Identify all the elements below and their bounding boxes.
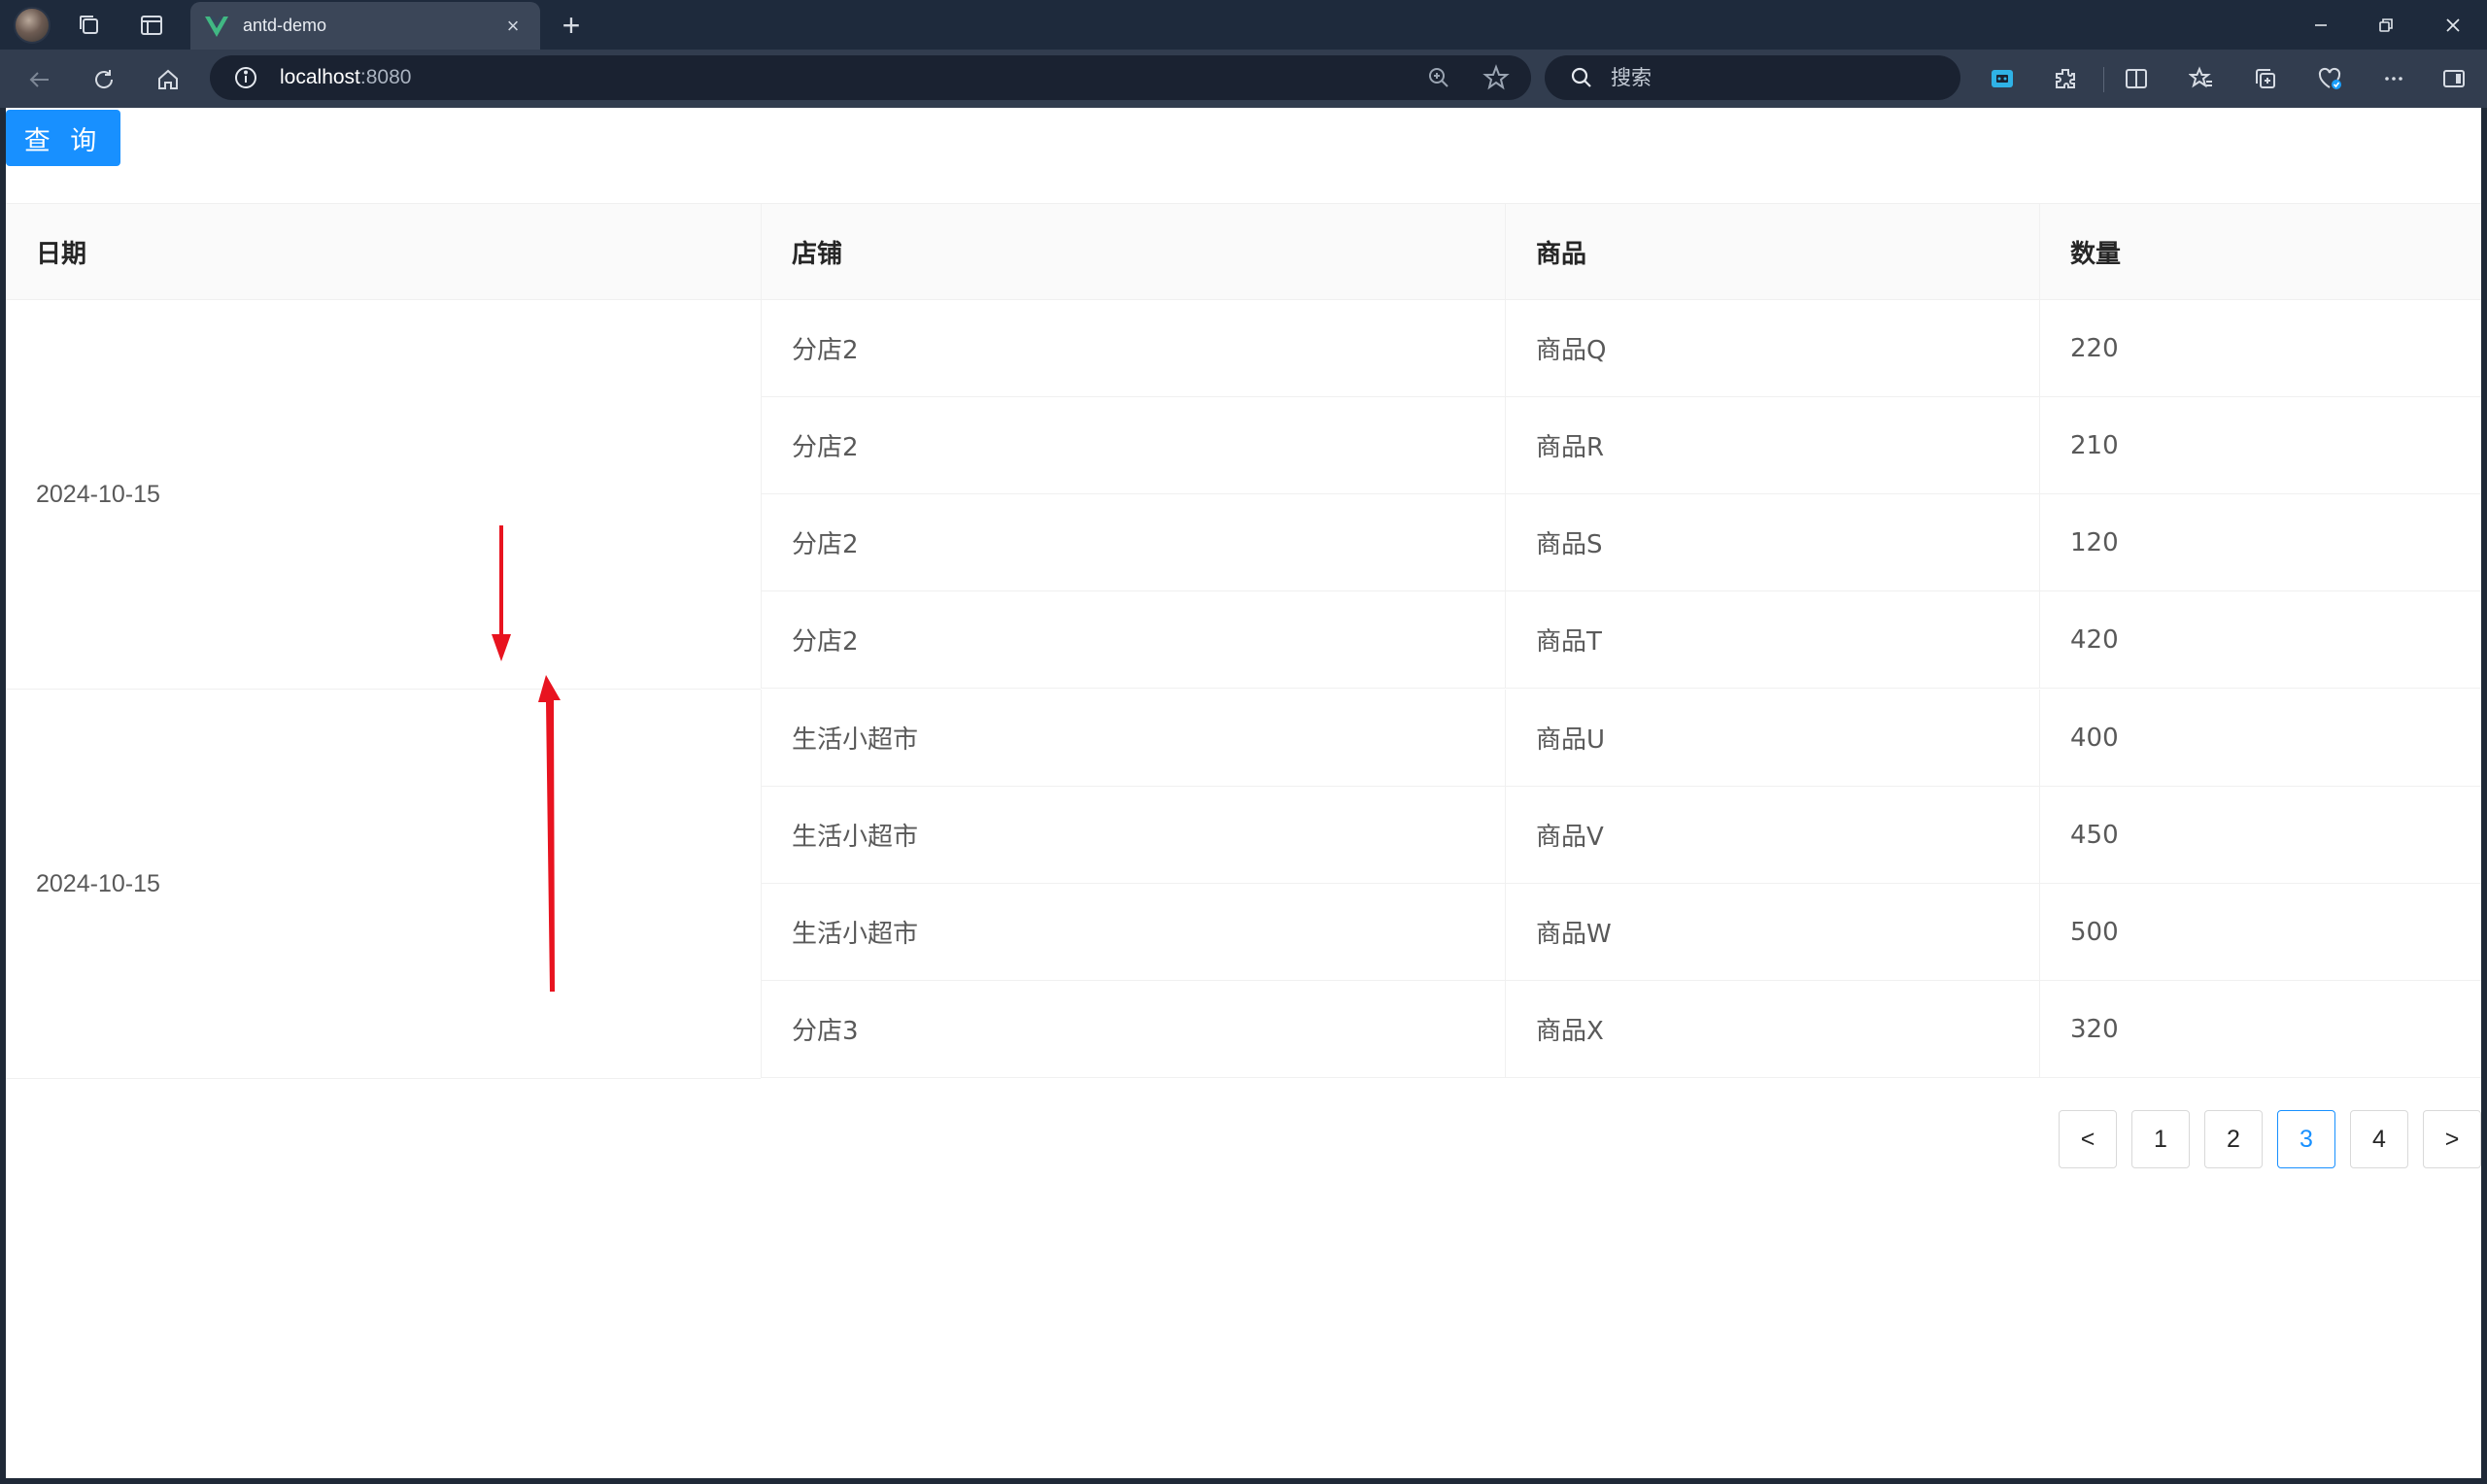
minimize-button[interactable] <box>2287 0 2355 50</box>
url-host: localhost <box>280 66 360 88</box>
shop-cell: 分店2 <box>761 494 1505 590</box>
extensions-puzzle-icon[interactable] <box>2050 63 2081 94</box>
pagination-page-3-active[interactable]: 3 <box>2277 1110 2335 1168</box>
back-icon[interactable] <box>21 61 58 98</box>
split-screen-icon[interactable] <box>2121 63 2152 94</box>
shop-cell: 分店3 <box>761 981 1505 1077</box>
search-box[interactable] <box>1545 55 1960 100</box>
search-input[interactable] <box>1611 66 1941 89</box>
pagination-page-4[interactable]: 4 <box>2350 1110 2408 1168</box>
table-row: 分店2 商品R 210 <box>761 397 2481 494</box>
quantity-cell: 450 <box>2039 787 2481 883</box>
table-header: 日期 店铺 商品 数量 <box>6 203 2481 300</box>
pagination-prev-button[interactable]: < <box>2059 1110 2117 1168</box>
column-header-date: 日期 <box>36 240 87 269</box>
date-cell-merged: 2024-10-15 <box>6 690 761 1079</box>
vue-logo-icon <box>205 16 228 37</box>
favorites-icon[interactable] <box>2186 63 2217 94</box>
shop-cell: 分店2 <box>761 397 1505 493</box>
product-cell: 商品T <box>1505 591 2039 688</box>
table-row: 分店2 商品S 120 <box>761 494 2481 591</box>
product-cell: 商品R <box>1505 397 2039 493</box>
product-cell: 商品W <box>1505 884 2039 980</box>
column-header-quantity: 数量 <box>2039 204 2481 300</box>
pagination-page-2[interactable]: 2 <box>2204 1110 2263 1168</box>
home-icon[interactable] <box>150 61 187 98</box>
restore-button[interactable] <box>2352 0 2420 50</box>
sidebar-toggle-icon[interactable] <box>2438 63 2470 94</box>
pagination-next-button[interactable]: > <box>2423 1110 2481 1168</box>
collections-icon[interactable] <box>2250 63 2281 94</box>
table-row: 分店3 商品X 320 <box>761 981 2481 1078</box>
shop-cell: 生活小超市 <box>761 787 1505 883</box>
workspaces-icon[interactable] <box>72 8 107 43</box>
shop-cell: 分店2 <box>761 300 1505 396</box>
zoom-icon[interactable] <box>1426 65 1451 90</box>
browser-toolbar: localhost:8080 <box>0 50 2487 108</box>
table-row: 分店2 商品T 420 <box>761 591 2481 689</box>
browser-tab-active[interactable]: antd-demo × <box>190 2 540 50</box>
tab-close-button[interactable]: × <box>499 15 527 37</box>
shop-cell: 分店2 <box>761 591 1505 688</box>
product-cell: 商品V <box>1505 787 2039 883</box>
vertical-tabs-icon[interactable] <box>134 8 169 43</box>
arrow-down-icon <box>492 525 511 661</box>
refresh-icon[interactable] <box>85 61 122 98</box>
quantity-cell: 320 <box>2039 981 2481 1077</box>
quantity-cell: 120 <box>2039 494 2481 590</box>
product-cell: 商品U <box>1505 690 2039 786</box>
quantity-cell: 420 <box>2039 591 2481 688</box>
page-viewport: 查 询 日期 店铺 商品 数量 2024-10-15 2024-10-15 分店… <box>6 108 2481 1478</box>
table-row: 生活小超市 商品W 500 <box>761 884 2481 981</box>
browser-essentials-icon[interactable] <box>2314 63 2345 94</box>
query-button[interactable]: 查 询 <box>6 110 120 166</box>
shop-cell: 生活小超市 <box>761 884 1505 980</box>
extension-icon[interactable] <box>1987 63 2018 94</box>
arrow-up-icon <box>538 675 561 992</box>
table-row: 分店2 商品Q 220 <box>761 300 2481 397</box>
table-row: 生活小超市 商品V 450 <box>761 787 2481 884</box>
more-options-icon[interactable] <box>2378 63 2409 94</box>
favorite-star-icon[interactable] <box>1482 64 1510 91</box>
quantity-cell: 500 <box>2039 884 2481 980</box>
column-header-shop: 店铺 <box>761 204 1505 300</box>
new-tab-button[interactable]: + <box>552 6 591 45</box>
toolbar-separator <box>2103 67 2104 92</box>
product-cell: 商品S <box>1505 494 2039 590</box>
quantity-cell: 220 <box>2039 300 2481 396</box>
product-cell: 商品X <box>1505 981 2039 1077</box>
shop-cell: 生活小超市 <box>761 690 1505 786</box>
url-port: :8080 <box>359 66 412 88</box>
table-row: 生活小超市 商品U 400 <box>761 690 2481 787</box>
tab-title: antd-demo <box>243 16 327 35</box>
browser-tab-bar: antd-demo × + <box>0 0 2487 50</box>
url-text: localhost:8080 <box>280 66 411 89</box>
pagination-page-1[interactable]: 1 <box>2131 1110 2190 1168</box>
date-cell-merged: 2024-10-15 <box>6 300 761 690</box>
quantity-cell: 210 <box>2039 397 2481 493</box>
site-info-icon[interactable] <box>233 65 258 90</box>
column-header-product: 商品 <box>1505 204 2039 300</box>
product-cell: 商品Q <box>1505 300 2039 396</box>
close-window-button[interactable] <box>2419 0 2487 50</box>
address-bar[interactable]: localhost:8080 <box>210 55 1531 100</box>
annotation-arrows <box>492 525 561 992</box>
profile-avatar[interactable] <box>14 7 51 44</box>
search-icon <box>1571 67 1591 87</box>
quantity-cell: 400 <box>2039 690 2481 786</box>
